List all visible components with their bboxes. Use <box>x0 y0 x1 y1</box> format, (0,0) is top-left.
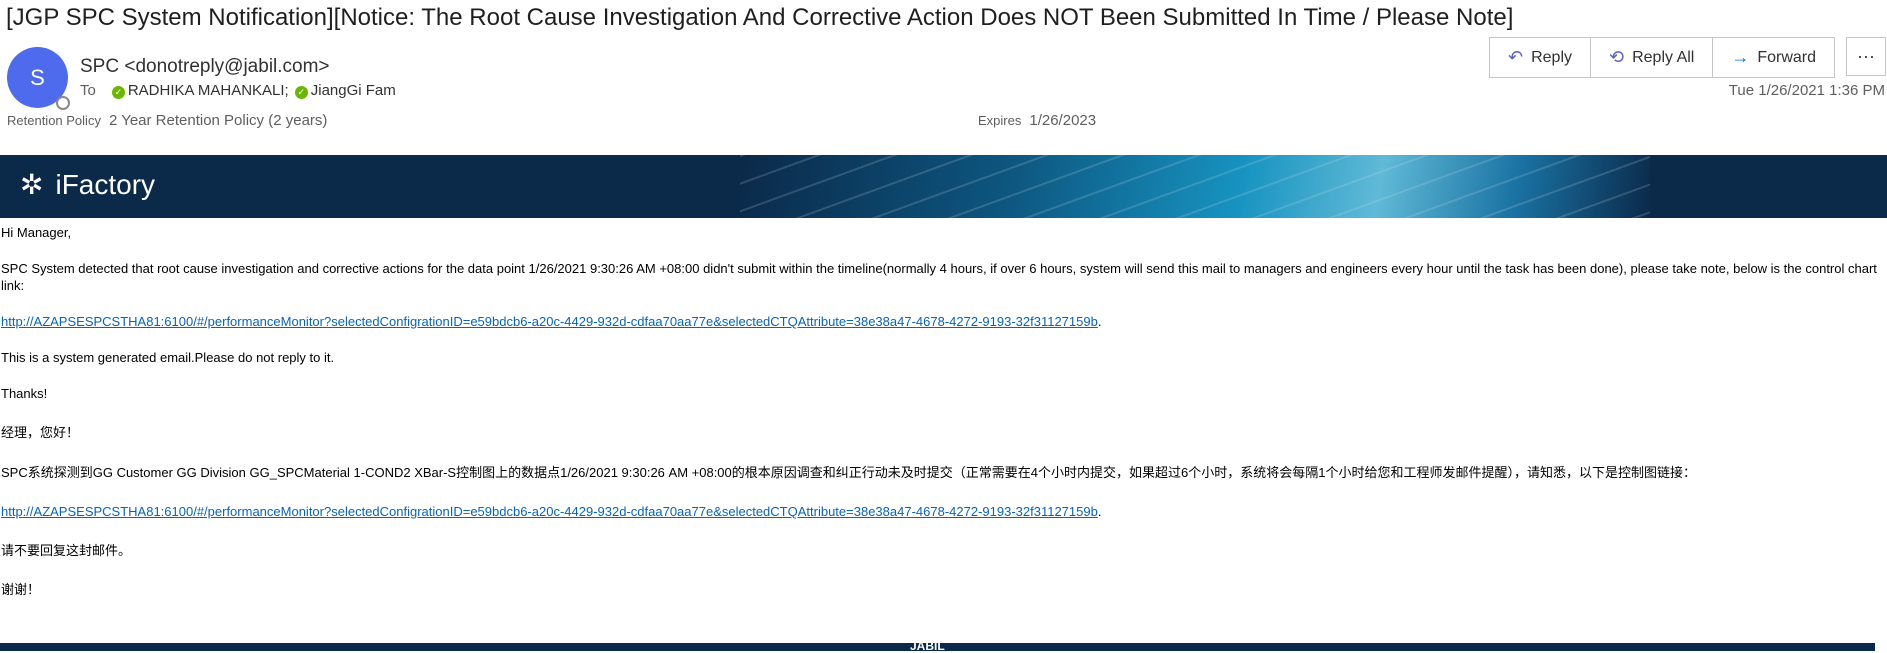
greeting-en: Hi Manager, <box>1 225 72 240</box>
email-body: Hi Manager, SPC System detected that roo… <box>1 224 1881 598</box>
control-chart-link-en[interactable]: http://AZAPSESPCSTHA81:6100/#/performanc… <box>1 314 1098 329</box>
reply-all-button[interactable]: ⟲ Reply All <box>1591 38 1714 77</box>
presence-icon <box>56 96 70 110</box>
banner-artwork <box>740 155 1650 218</box>
available-icon: ✓ <box>294 86 308 99</box>
recipient-1[interactable]: ✓ RADHIKA MAHANKALI; <box>111 82 289 99</box>
retention-value: 2 Year Retention Policy (2 years) <box>108 112 328 129</box>
available-icon: ✓ <box>111 86 125 99</box>
to-label: To <box>80 82 96 99</box>
control-chart-link-cn[interactable]: http://AZAPSESPCSTHA81:6100/#/performanc… <box>1 504 1098 519</box>
reply-actions: ↶ Reply ⟲ Reply All → Forward <box>1489 37 1836 78</box>
recipient-2[interactable]: ✓ JiangGi Fam <box>294 82 396 99</box>
sender-avatar[interactable]: S <box>7 47 70 110</box>
more-actions-button[interactable]: ··· <box>1846 37 1886 76</box>
jabil-footer: JABIL <box>0 639 1875 653</box>
reply-all-icon: ⟲ <box>1609 47 1625 67</box>
forward-button[interactable]: → Forward <box>1713 38 1834 77</box>
ifactory-logo: ✲ iFactory <box>20 168 155 201</box>
expires: Expires 1/26/2023 <box>978 112 1096 129</box>
thanks-cn: 谢谢！ <box>1 582 41 597</box>
ifactory-banner: ✲ iFactory <box>0 155 1887 218</box>
greeting-cn: 经理，您好！ <box>1 425 80 440</box>
forward-icon: → <box>1731 47 1750 67</box>
detect-message-en: SPC System detected that root cause inve… <box>1 261 1877 293</box>
reply-icon: ↶ <box>1508 47 1524 67</box>
ifactory-brand: iFactory <box>55 168 156 200</box>
email-subject: [JGP SPC System Notification][Notice: Th… <box>6 4 1514 31</box>
auto-note-cn: 请不要回复这封邮件。 <box>1 543 132 558</box>
expires-label: Expires <box>978 113 1022 128</box>
expires-value: 1/26/2023 <box>1029 112 1097 129</box>
sender-name[interactable]: SPC <donotreply@jabil.com> <box>80 56 330 78</box>
reply-button[interactable]: ↶ Reply <box>1490 38 1591 77</box>
recipients-line: To ✓ RADHIKA MAHANKALI; ✓ JiangGi Fam <box>80 82 396 99</box>
retention-policy: Retention Policy 2 Year Retention Policy … <box>7 112 327 129</box>
thanks-en: Thanks! <box>1 386 48 401</box>
retention-label: Retention Policy <box>7 113 101 128</box>
detect-message-cn: SPC系统探测到GG Customer GG Division GG_SPCMa… <box>1 465 1696 480</box>
ifactory-logo-icon: ✲ <box>20 169 44 200</box>
auto-note-en: This is a system generated email.Please … <box>1 350 335 365</box>
avatar-letter: S <box>30 64 45 90</box>
email-date: Tue 1/26/2021 1:36 PM <box>1728 82 1885 99</box>
